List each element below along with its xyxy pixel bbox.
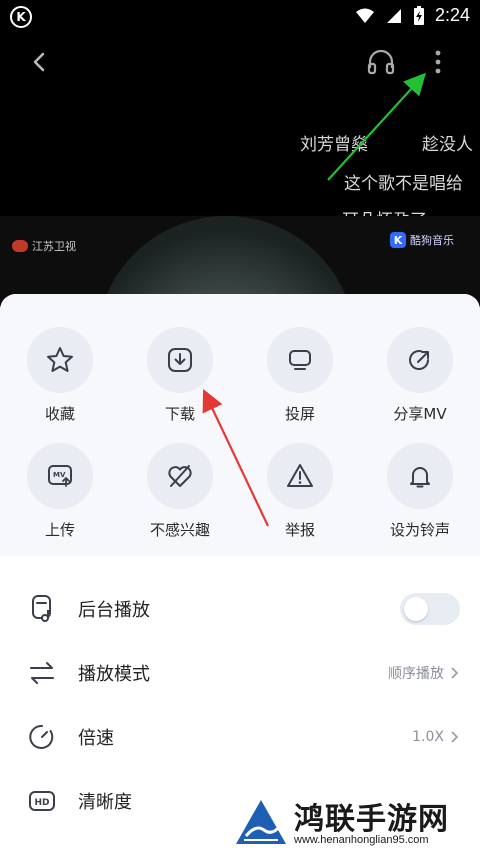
not-interested-button[interactable]: 不感兴趣 [120, 443, 240, 553]
chevron-right-icon [451, 731, 458, 743]
video-player[interactable]: 刘芳曾燊 趁没人 这个歌不是唱给 耳朵怀孕了 江苏卫视 K 酷狗音乐 [0, 34, 480, 304]
channel-logo: 江苏卫视 [12, 238, 76, 254]
not-interested-icon [168, 465, 192, 487]
action-label: 上传 [44, 521, 75, 539]
watermark-logo-icon [236, 800, 286, 844]
toggle-knob [404, 597, 428, 621]
background-play-toggle[interactable] [400, 593, 460, 625]
back-arrow-icon[interactable] [28, 50, 52, 74]
video-thumbnail [96, 216, 356, 304]
watermark-url: www.henanhonglian95.com [294, 834, 429, 846]
download-icon [168, 348, 192, 372]
setting-label: 清晰度 [78, 792, 132, 813]
cast-screen-icon [289, 350, 311, 370]
cast-screen-button[interactable]: 投屏 [240, 327, 360, 437]
status-bar: K 2:24 [0, 0, 480, 34]
kugou-badge-icon: K [390, 232, 406, 248]
danmaku-comment: 刘芳曾燊 [300, 135, 368, 155]
action-label: 举报 [284, 521, 315, 539]
action-label: 收藏 [44, 405, 75, 423]
svg-text:HD: HD [35, 798, 50, 808]
battery-charging-icon [413, 5, 424, 25]
share-mv-button[interactable]: 分享MV [360, 327, 480, 437]
danmaku-comment: 这个歌不是唱给 [344, 174, 463, 194]
star-icon [47, 347, 73, 372]
player-top-bar [0, 34, 480, 90]
action-label: 下载 [164, 405, 195, 423]
watermark-title: 鸿联手游网 [294, 802, 449, 837]
mv-upload-icon: MV [48, 465, 72, 487]
action-label: 设为铃声 [389, 521, 450, 539]
bell-icon [410, 467, 430, 488]
warning-icon [287, 464, 313, 487]
share-icon [409, 349, 429, 370]
setting-label: 播放模式 [78, 664, 150, 685]
play-mode-value[interactable]: 顺序播放 [388, 663, 458, 683]
download-button[interactable]: 下载 [120, 327, 240, 437]
background-play-icon [32, 595, 51, 622]
wifi-icon [355, 8, 374, 23]
headphone-icon[interactable] [366, 48, 396, 76]
upload-button[interactable]: MV 上传 [0, 443, 120, 553]
svg-text:MV: MV [53, 471, 66, 479]
action-label: 分享MV [393, 405, 447, 423]
speed-value[interactable]: 1.0X [412, 729, 458, 745]
set-ringtone-button[interactable]: 设为铃声 [360, 443, 480, 553]
chevron-right-icon [451, 667, 458, 679]
site-watermark: 鸿联手游网 www.henanhonglian95.com [228, 790, 480, 853]
status-time: 2:24 [434, 5, 470, 25]
setting-label: 倍速 [78, 728, 114, 749]
more-options-sheet: 收藏 下载 投屏 分享MV MV 上传 不感兴趣 举报 设为铃声 后台播放 播放… [0, 294, 480, 853]
setting-label: 后台播放 [78, 600, 150, 621]
signal-icon [386, 8, 401, 23]
action-label: 投屏 [284, 405, 315, 423]
play-mode-icon [30, 662, 54, 684]
kugou-watermark: K 酷狗音乐 [390, 232, 454, 248]
action-grid: 收藏 下载 投屏 分享MV MV 上传 不感兴趣 举报 设为铃声 [0, 294, 480, 556]
speed-icon [29, 724, 54, 749]
hd-icon: HD [29, 791, 55, 811]
more-vertical-icon[interactable] [430, 48, 446, 76]
jiangsu-tv-mark-icon [12, 240, 28, 252]
danmaku-comment: 趁没人 [422, 135, 473, 155]
kugou-k-logo: K [10, 6, 32, 28]
collect-button[interactable]: 收藏 [0, 327, 120, 437]
action-label: 不感兴趣 [149, 521, 210, 539]
settings-row-speed[interactable]: 倍速 1.0X [0, 705, 480, 769]
settings-row-play-mode[interactable]: 播放模式 顺序播放 [0, 641, 480, 705]
settings-row-background-play[interactable]: 后台播放 [0, 577, 480, 641]
video-frame [0, 216, 480, 304]
report-button[interactable]: 举报 [240, 443, 360, 553]
